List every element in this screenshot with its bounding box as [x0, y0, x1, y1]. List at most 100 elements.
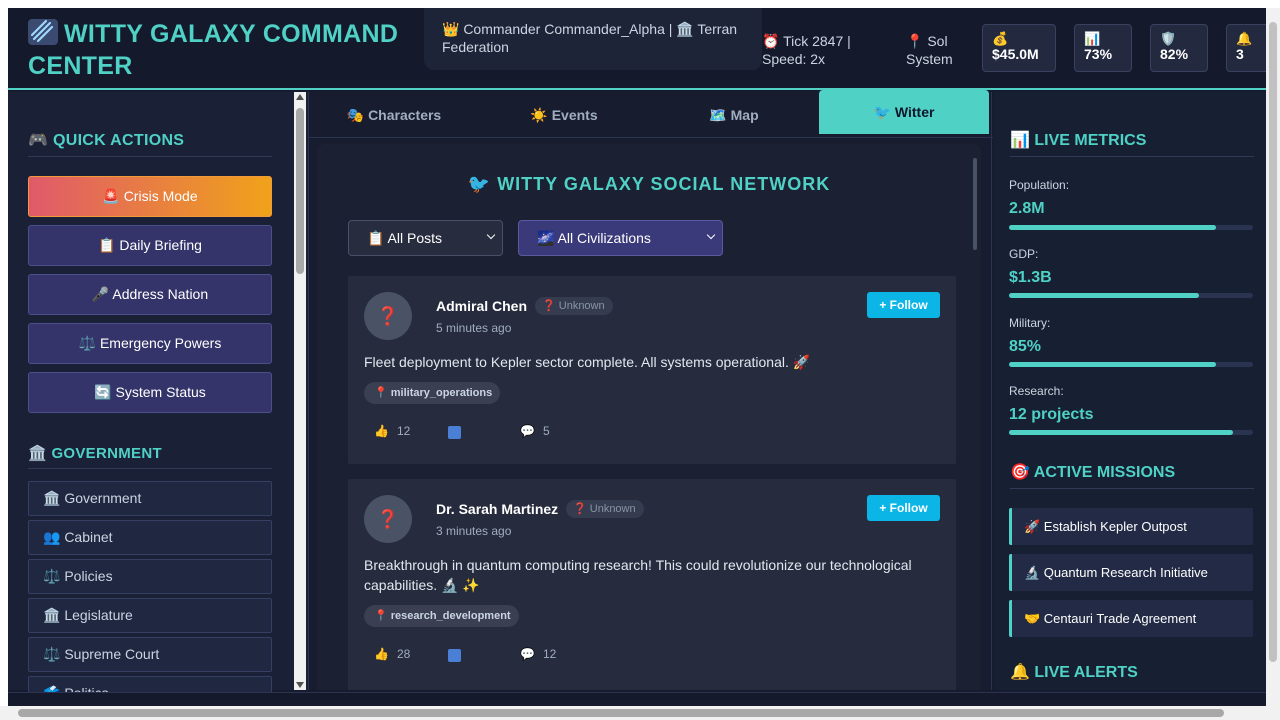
civilization-badge: ❓ Unknown — [535, 297, 613, 315]
left-sidebar: 🎮 QUICK ACTIONS 🚨 Crisis Mode 📋 Daily Br… — [8, 92, 308, 706]
civilization-filter-select[interactable]: 🌌 All Civilizations — [518, 220, 723, 256]
follow-button[interactable]: + Follow — [867, 292, 940, 318]
government-heading: 🏛️ GOVERNMENT — [28, 444, 272, 469]
commander-info: 👑 Commander Commander_Alpha | 🏛️ Terran … — [424, 8, 762, 70]
mission-item[interactable]: 🚀 Establish Kepler Outpost — [1009, 508, 1253, 545]
tab-map[interactable]: 🗺️ Map — [659, 92, 809, 138]
avatar[interactable]: ❓ — [364, 292, 412, 340]
thumbs-up-icon: 👍 — [374, 424, 389, 438]
post-author[interactable]: Dr. Sarah Martinez — [436, 501, 558, 517]
like-count: 28 — [396, 647, 411, 661]
live-alerts-heading: 🔔 LIVE ALERTS — [1010, 664, 1138, 681]
security-value: 82% — [1160, 46, 1189, 62]
post-filter-value: 📋 All Posts — [367, 230, 443, 246]
money-bag-icon: 💰 — [992, 31, 1009, 46]
metric-bar — [1009, 430, 1253, 435]
thumbs-up-icon: 👍 — [374, 647, 389, 661]
bell-icon: 🔔 — [1236, 31, 1253, 46]
approval-value: 73% — [1084, 46, 1113, 62]
crisis-mode-button[interactable]: 🚨 Crisis Mode — [28, 176, 272, 217]
quick-actions-heading: 🎮 QUICK ACTIONS — [28, 130, 272, 157]
chevron-down-icon — [486, 230, 496, 240]
daily-briefing-button[interactable]: 📋 Daily Briefing — [28, 225, 272, 266]
security-stat[interactable]: 🛡️ 82% — [1150, 24, 1208, 72]
sidebar-item-government[interactable]: 🏛️ Government — [28, 481, 272, 516]
scroll-up-arrow-icon[interactable] — [296, 94, 304, 100]
post-tag[interactable]: 📍 military_operations — [364, 382, 501, 404]
app-title: WITTY GALAXY COMMAND CENTER — [28, 18, 408, 82]
tab-bar: 🎭 Characters ☀️ Events 🗺️ Map 🐦 Witter — [309, 90, 993, 138]
metric-label: Research: — [1009, 384, 1064, 398]
avatar[interactable]: ❓ — [364, 495, 412, 543]
app-window: WITTY GALAXY COMMAND CENTER 👑 Commander … — [8, 8, 1266, 706]
chevron-down-icon — [706, 230, 716, 240]
post-time: 5 minutes ago — [436, 321, 512, 335]
post-time: 3 minutes ago — [436, 524, 512, 538]
alerts-stat[interactable]: 🔔 3 — [1226, 24, 1266, 72]
treasury-stat[interactable]: 💰 $45.0M — [982, 24, 1056, 72]
sidebar-item-cabinet[interactable]: 👥 Cabinet — [28, 520, 272, 555]
app-title-text: WITTY GALAXY COMMAND CENTER — [28, 20, 399, 80]
comment-count: 5 — [542, 424, 550, 438]
metric-fill — [1009, 293, 1200, 298]
right-sidebar: 📊 LIVE METRICS Population: 2.8M GDP: $1.… — [994, 92, 1266, 690]
metric-bar — [1009, 225, 1253, 230]
follow-button[interactable]: + Follow — [867, 495, 940, 521]
page-horizontal-scroll-thumb[interactable] — [18, 709, 1224, 717]
page-horizontal-scrollbar[interactable] — [0, 706, 1280, 720]
alerts-count: 3 — [1236, 46, 1244, 62]
metric-fill — [1009, 225, 1217, 230]
tab-witter[interactable]: 🐦 Witter — [819, 90, 989, 134]
post-author[interactable]: Admiral Chen — [436, 298, 527, 314]
mission-item[interactable]: 🔬 Quantum Research Initiative — [1009, 554, 1253, 591]
feed-scrollbar[interactable] — [969, 144, 981, 690]
like-button[interactable]: 👍 28 — [374, 647, 410, 661]
active-missions-heading: 🎯 ACTIVE MISSIONS — [1010, 462, 1254, 489]
sidebar-scrollbar[interactable] — [294, 92, 306, 690]
metric-value: $1.3B — [1009, 269, 1052, 286]
post-card: ❓ Dr. Sarah Martinez ❓ Unknown 3 minutes… — [348, 479, 956, 690]
location-info: 📍 Sol System — [906, 33, 953, 67]
metric-bar — [1009, 293, 1253, 298]
comment-button[interactable]: 💬 5 — [520, 424, 550, 438]
shield-icon: 🛡️ — [1160, 31, 1177, 46]
scroll-down-arrow-icon[interactable] — [296, 682, 304, 688]
approval-stat[interactable]: 📊 73% — [1074, 24, 1132, 72]
post-filter-select[interactable]: 📋 All Posts — [348, 220, 503, 256]
system-status-button[interactable]: 🔄 System Status — [28, 372, 272, 413]
feed-title: 🐦 WITTY GALAXY SOCIAL NETWORK — [467, 174, 831, 194]
address-nation-button[interactable]: 🎤 Address Nation — [28, 274, 272, 315]
like-count: 12 — [396, 424, 411, 438]
civilization-badge: ❓ Unknown — [566, 500, 644, 518]
sidebar-item-supreme-court[interactable]: ⚖️ Supreme Court — [28, 637, 272, 672]
tab-events[interactable]: ☀️ Events — [489, 92, 639, 138]
mission-item[interactable]: 🤝 Centauri Trade Agreement — [1009, 600, 1253, 637]
tab-characters[interactable]: 🎭 Characters — [319, 92, 469, 138]
page-vertical-scroll-thumb[interactable] — [1269, 22, 1277, 662]
comment-icon: 💬 — [520, 424, 535, 438]
metric-label: Population: — [1009, 178, 1070, 192]
comment-count: 12 — [542, 647, 557, 661]
sidebar-scroll-thumb[interactable] — [296, 108, 304, 274]
treasury-value: $45.0M — [992, 46, 1039, 62]
metric-fill — [1009, 430, 1234, 435]
post-text: Breakthrough in quantum computing resear… — [364, 557, 912, 593]
retweet-icon[interactable] — [448, 426, 461, 439]
chart-icon: 📊 — [1084, 31, 1101, 46]
feed-scroll-thumb[interactable] — [973, 158, 977, 250]
civilization-filter-value: 🌌 All Civilizations — [537, 230, 651, 246]
retweet-icon[interactable] — [448, 649, 461, 662]
page-vertical-scrollbar[interactable] — [1266, 8, 1280, 706]
comment-button[interactable]: 💬 12 — [520, 647, 556, 661]
post-tag[interactable]: 📍 research_development — [364, 605, 519, 627]
comment-icon: 💬 — [520, 647, 535, 661]
sidebar-item-policies[interactable]: ⚖️ Policies — [28, 559, 272, 594]
emergency-powers-button[interactable]: ⚖️ Emergency Powers — [28, 323, 272, 364]
metric-label: GDP: — [1009, 247, 1039, 261]
post-text: Fleet deployment to Kepler sector comple… — [364, 354, 811, 370]
sidebar-item-legislature[interactable]: 🏛️ Legislature — [28, 598, 272, 633]
live-metrics-heading: 📊 LIVE METRICS — [1010, 130, 1254, 157]
metric-value: 85% — [1009, 338, 1042, 355]
header: WITTY GALAXY COMMAND CENTER 👑 Commander … — [8, 8, 1266, 90]
like-button[interactable]: 👍 12 — [374, 424, 410, 438]
